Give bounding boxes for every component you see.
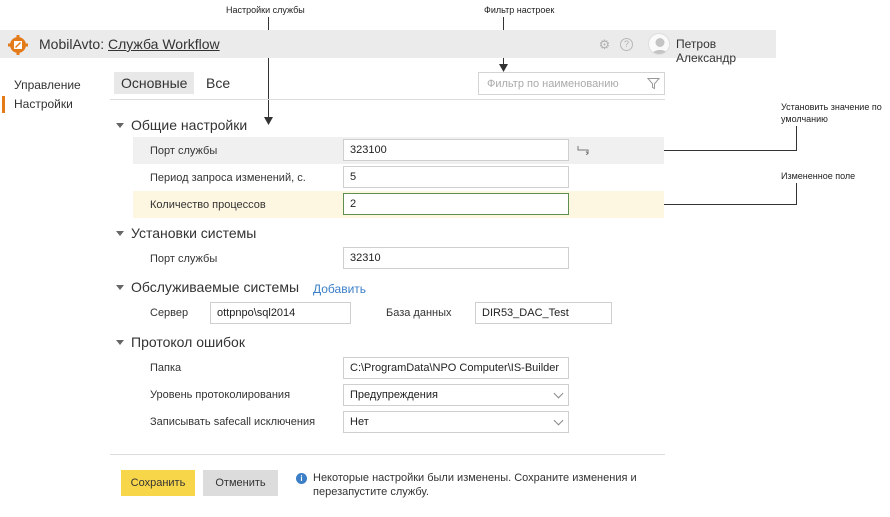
tabs-divider [110, 99, 665, 100]
add-system-link[interactable]: Добавить [313, 282, 366, 296]
footer-divider [110, 454, 665, 455]
label-log-level: Уровень протоколирования [150, 389, 291, 401]
safecall-value: Нет [350, 416, 369, 428]
label-system-port: Порт службы [150, 253, 218, 265]
user-name[interactable]: Петров Александр [676, 37, 776, 65]
safecall-select[interactable]: Нет [343, 411, 569, 433]
chevron-down-icon [553, 388, 564, 399]
label-safecall: Записывать safecall исключения [150, 416, 316, 428]
app-name: MobilAvto: [39, 36, 105, 52]
section-system-title: Установки системы [131, 225, 257, 241]
filter-box [478, 72, 665, 95]
label-database: База данных [386, 307, 452, 319]
label-process-count: Количество процессов [150, 199, 266, 211]
sidebar-item-management[interactable]: Управление [14, 78, 81, 92]
cancel-button[interactable]: Отменить [203, 470, 278, 496]
process-count-field[interactable]: 2 [343, 193, 569, 215]
section-general-header[interactable]: Общие настройки [116, 117, 247, 133]
info-message: Некоторые настройки были изменены. Сохра… [313, 472, 637, 498]
log-level-select[interactable]: Предупреждения [343, 384, 569, 406]
help-icon[interactable]: ? [620, 38, 633, 51]
tab-all[interactable]: Все [199, 72, 237, 94]
folder-field[interactable]: C:\ProgramData\NPO Computer\IS-Builder [343, 357, 569, 379]
reset-to-default-icon[interactable] [577, 145, 589, 155]
section-errors-title: Протокол ошибок [131, 334, 245, 350]
app-title: MobilAvto: Служба Workflow [39, 36, 220, 52]
funnel-icon[interactable] [647, 77, 660, 90]
label-server: Сервер [150, 307, 189, 319]
database-field[interactable]: DIR53_DAC_Test [475, 302, 612, 324]
user-avatar[interactable] [648, 33, 670, 55]
service-name-link[interactable]: Служба Workflow [108, 36, 220, 52]
annotation-changed: Измененное поле [781, 171, 856, 181]
sidebar-item-settings[interactable]: Настройки [14, 97, 73, 111]
annotation-filter-arrow [499, 64, 508, 72]
sidebar-active-indicator [2, 96, 5, 113]
section-errors-header[interactable]: Протокол ошибок [116, 334, 245, 350]
collapse-triangle-icon [116, 284, 124, 290]
chevron-down-icon [553, 415, 564, 426]
filter-input[interactable] [479, 73, 644, 94]
section-served-header[interactable]: Обслуживаемые системы [116, 279, 299, 295]
label-service-port: Порт службы [150, 145, 218, 157]
info-icon: i [296, 473, 307, 484]
user-silhouette-icon [651, 38, 669, 54]
log-level-value: Предупреждения [350, 389, 438, 401]
label-folder: Папка [150, 362, 182, 374]
collapse-triangle-icon [116, 122, 124, 128]
section-general-title: Общие настройки [131, 117, 248, 133]
collapse-triangle-icon [116, 230, 124, 236]
annotation-changed-line-v [796, 183, 797, 204]
annotation-settings-arrow [264, 117, 273, 125]
label-poll-period: Период запроса изменений, с. [150, 172, 306, 184]
system-port-field[interactable]: 32310 [343, 247, 569, 269]
server-field[interactable]: ottpnpo\sql2014 [210, 302, 351, 324]
app-logo-icon [8, 35, 28, 55]
settings-gear-icon[interactable]: ⚙ [598, 38, 611, 51]
service-port-field[interactable]: 323100 [343, 139, 569, 161]
tab-main[interactable]: Основные [114, 72, 195, 94]
section-served-title: Обслуживаемые системы [131, 279, 300, 295]
header-bar: MobilAvto: Служба Workflow ⚙ ? Петров Ал… [0, 30, 776, 65]
save-button[interactable]: Сохранить [121, 470, 195, 496]
poll-period-field[interactable]: 5 [343, 166, 569, 188]
annotation-default: Установить значение по умолчанию [781, 102, 882, 124]
section-system-header[interactable]: Установки системы [116, 225, 256, 241]
annotation-filter: Фильтр настроек [484, 5, 555, 15]
collapse-triangle-icon [116, 339, 124, 345]
annotation-default-line-v [796, 126, 797, 150]
annotation-settings: Настройки службы [226, 5, 305, 15]
